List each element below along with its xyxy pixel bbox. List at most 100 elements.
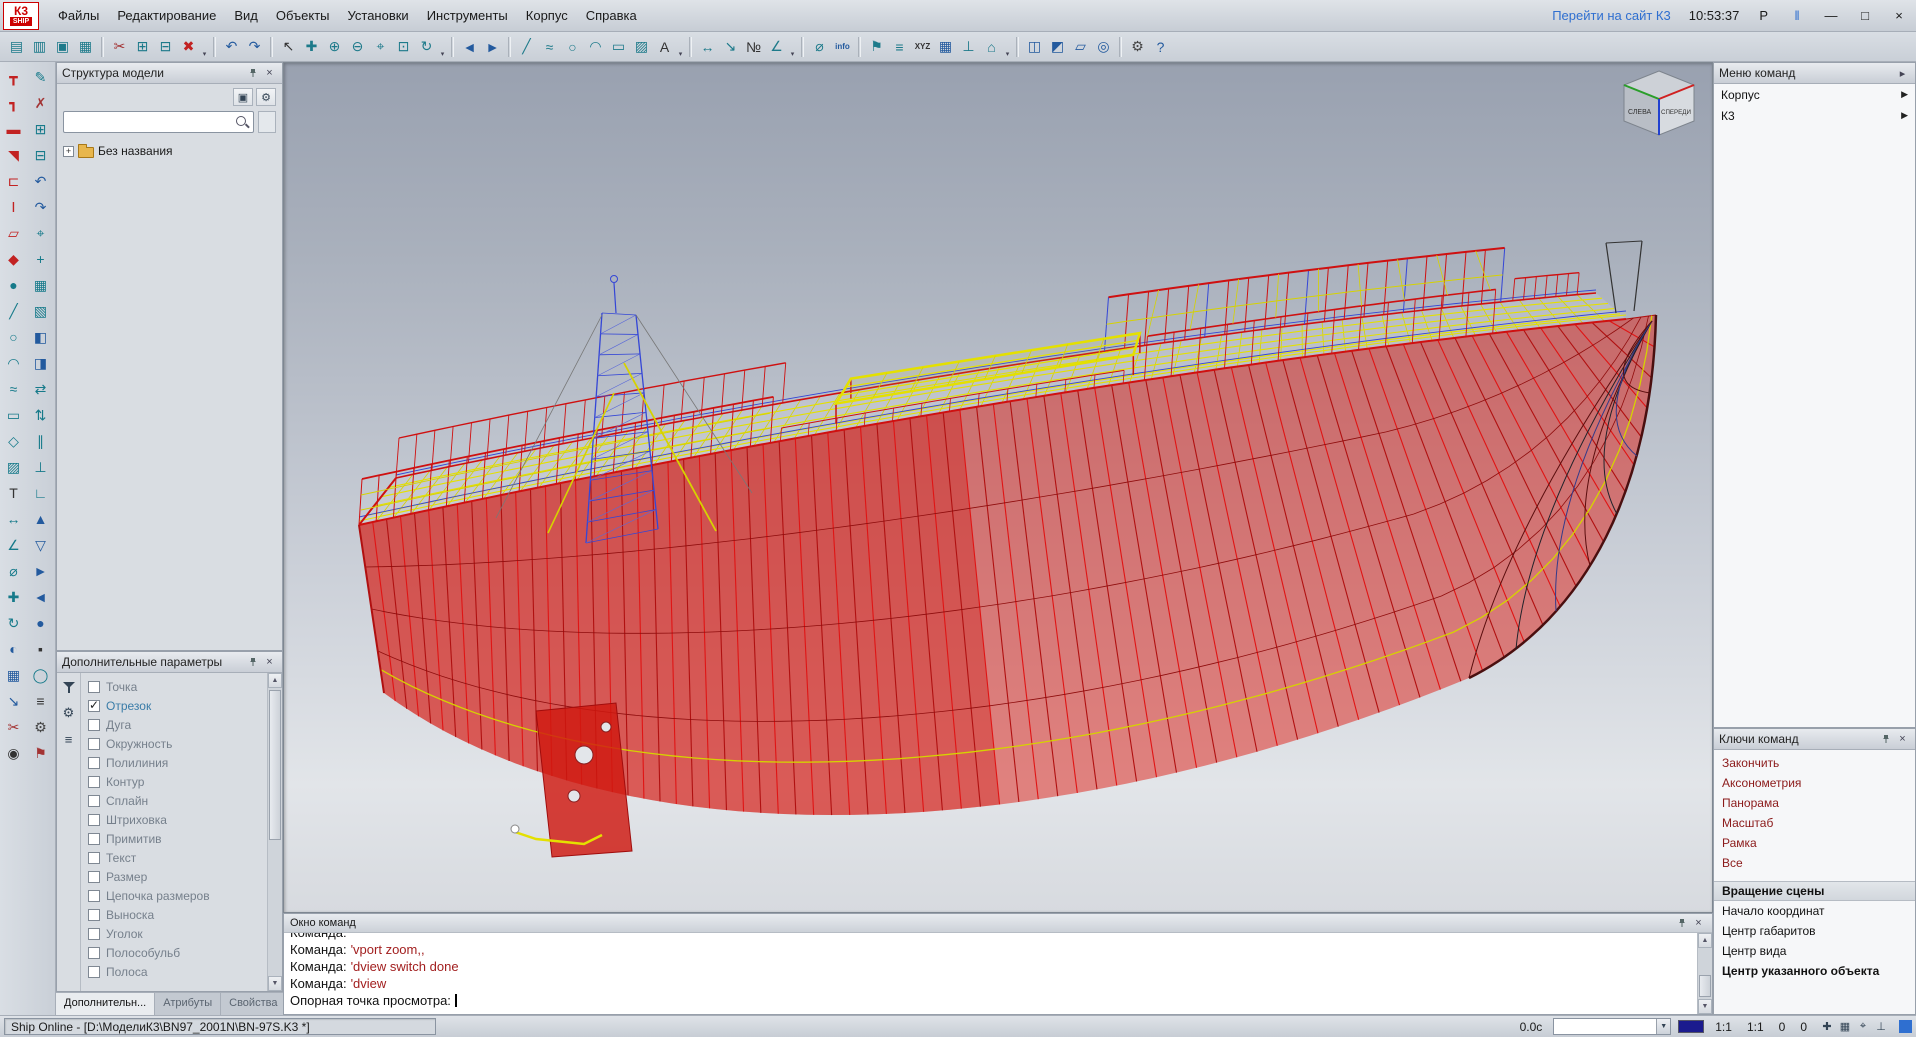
line-icon[interactable]: ╱ — [515, 35, 538, 58]
filter-checkbox[interactable] — [88, 890, 100, 902]
shaded-icon[interactable]: ◩ — [1046, 35, 1069, 58]
search-icon[interactable] — [234, 114, 250, 130]
viewport-3d[interactable]: СЛЕВА СПЕРЕДИ — [283, 62, 1713, 913]
pin-icon[interactable] — [1674, 916, 1689, 931]
layers-icon[interactable]: ▣ — [233, 88, 253, 106]
scroll-down-icon[interactable]: ▼ — [268, 976, 282, 991]
rotate-tool-icon[interactable]: ↻ — [2, 611, 26, 635]
snap-toggle-icon[interactable]: ⌖ — [1854, 1018, 1872, 1035]
scroll-thumb[interactable] — [1699, 975, 1711, 997]
ucs-icon[interactable]: ⌂ — [980, 35, 1003, 58]
redo-icon[interactable]: ↷ — [243, 35, 266, 58]
toolbar-group-arrow-icon[interactable]: ▾ — [788, 50, 797, 61]
search-input[interactable] — [64, 113, 234, 131]
filter-row[interactable]: Размер — [88, 867, 265, 886]
toolbar-group-arrow-icon[interactable]: ▾ — [676, 50, 685, 61]
pin-icon[interactable] — [1878, 732, 1893, 747]
close-icon[interactable]: × — [262, 66, 277, 81]
close-button[interactable]: × — [1884, 4, 1914, 28]
circle-tool-icon[interactable]: ○ — [2, 325, 26, 349]
command-key-item[interactable]: Закончить — [1714, 753, 1915, 773]
redo-small-icon[interactable]: ↷ — [29, 195, 53, 219]
tri-down-icon[interactable]: ▽ — [29, 533, 53, 557]
axes-toggle-icon[interactable]: ⊥ — [1872, 1018, 1890, 1035]
command-key-item[interactable]: Аксонометрия — [1714, 773, 1915, 793]
params-scrollbar[interactable]: ▲ ▼ — [267, 673, 282, 991]
dim-tool-icon[interactable]: ↔ — [2, 507, 26, 531]
scroll-down-icon[interactable]: ▼ — [1698, 999, 1712, 1014]
profile-bulb-icon[interactable]: ◥ — [2, 143, 26, 167]
dock-tab[interactable]: Атрибуты — [155, 993, 221, 1015]
profile-ibeam-icon[interactable]: Ⅰ — [2, 195, 26, 219]
profile-angle-icon[interactable]: ┓ — [2, 91, 26, 115]
filter-checkbox[interactable] — [88, 928, 100, 940]
gear-icon[interactable]: ⚙ — [256, 88, 276, 106]
import-icon[interactable]: ▦ — [74, 35, 97, 58]
parallel-icon[interactable]: ∥ — [29, 429, 53, 453]
toolbar-group-arrow-icon[interactable]: ▾ — [1003, 50, 1012, 61]
visibility-icon[interactable]: ◉ — [2, 741, 26, 765]
zoom-out-icon[interactable]: ⊖ — [346, 35, 369, 58]
dock-tab[interactable]: Дополнительн... — [56, 993, 155, 1015]
ship-model-wireframe[interactable] — [284, 63, 1713, 913]
filter-checkbox[interactable] — [88, 833, 100, 845]
ring-icon[interactable]: ◯ — [29, 663, 53, 687]
filter-checkbox[interactable] — [88, 852, 100, 864]
delete-icon[interactable]: ✖ — [177, 35, 200, 58]
prev-view-icon[interactable]: ◄ — [458, 35, 481, 58]
pan-icon[interactable]: ✚ — [300, 35, 323, 58]
command-key-item[interactable]: Панорама — [1714, 793, 1915, 813]
profile-tbar-icon[interactable]: ┳ — [2, 65, 26, 89]
next-view-icon[interactable]: ► — [481, 35, 504, 58]
rect-tool-icon[interactable]: ▭ — [2, 403, 26, 427]
expand-icon[interactable]: + — [63, 146, 74, 157]
zoom-window-icon[interactable]: ⌖ — [369, 35, 392, 58]
hatch-icon[interactable]: ▨ — [630, 35, 653, 58]
filter-row[interactable]: Текст — [88, 848, 265, 867]
scale-tool-icon[interactable]: ↘ — [2, 689, 26, 713]
layers-icon[interactable]: ≡ — [888, 35, 911, 58]
spline-tool-icon[interactable]: ≈ — [2, 377, 26, 401]
paste-icon[interactable]: ⊟ — [154, 35, 177, 58]
command-prompt-line[interactable]: Опорная точка просмотра: — [290, 992, 1691, 1009]
filter-row[interactable]: Цепочка размеров — [88, 886, 265, 905]
grid-toggle-icon[interactable]: ▦ — [1836, 1018, 1854, 1035]
trim-tool-icon[interactable]: ✂ — [2, 715, 26, 739]
close-icon[interactable]: × — [262, 655, 277, 670]
command-scrollbar[interactable]: ▲ ▼ — [1697, 933, 1712, 1014]
search-options-button[interactable] — [258, 111, 276, 133]
filter-checkbox[interactable] — [88, 776, 100, 788]
view-plane-icon[interactable]: ▱ — [1069, 35, 1092, 58]
half-right-icon[interactable]: ◨ — [29, 351, 53, 375]
xyz-icon[interactable]: XYZ — [911, 35, 934, 58]
swap-v-icon[interactable]: ⇅ — [29, 403, 53, 427]
command-key-item[interactable]: Центр вида — [1714, 941, 1915, 961]
circle-icon[interactable]: ○ — [561, 35, 584, 58]
paste-obj-icon[interactable]: ⊟ — [29, 143, 53, 167]
toolbar-group-arrow-icon[interactable]: ▾ — [200, 50, 209, 61]
scroll-track[interactable] — [268, 688, 282, 976]
filter-row[interactable]: Сплайн — [88, 791, 265, 810]
cut-icon[interactable]: ✂ — [108, 35, 131, 58]
filter-row[interactable]: Уголок — [88, 924, 265, 943]
number-icon[interactable]: № — [742, 35, 765, 58]
select-icon[interactable]: ↖ — [277, 35, 300, 58]
filter-checkbox[interactable] — [88, 814, 100, 826]
menubar-item[interactable]: Справка — [577, 4, 646, 27]
current-color-swatch[interactable] — [1678, 1020, 1704, 1033]
menubar-item[interactable]: Файлы — [49, 4, 108, 27]
menubar-item[interactable]: Объекты — [267, 4, 339, 27]
tri-up-icon[interactable]: ▲ — [29, 507, 53, 531]
polygon-tool-icon[interactable]: ◇ — [2, 429, 26, 453]
profile-flat-icon[interactable]: ▬ — [2, 117, 26, 141]
command-menu-item[interactable]: Корпус▶ — [1714, 84, 1915, 105]
target-icon[interactable]: ⌖ — [29, 221, 53, 245]
scroll-up-icon[interactable]: ▲ — [1698, 933, 1712, 948]
angle-tool-icon[interactable]: ∠ — [2, 533, 26, 557]
mirror-tool-icon[interactable]: ◐ — [2, 637, 26, 661]
filter-row[interactable]: Окружность — [88, 734, 265, 753]
back-icon[interactable]: ◄ — [29, 585, 53, 609]
filter-row[interactable]: Полилиния — [88, 753, 265, 772]
save-icon[interactable]: ▣ — [51, 35, 74, 58]
filter-checkbox[interactable] — [88, 681, 100, 693]
